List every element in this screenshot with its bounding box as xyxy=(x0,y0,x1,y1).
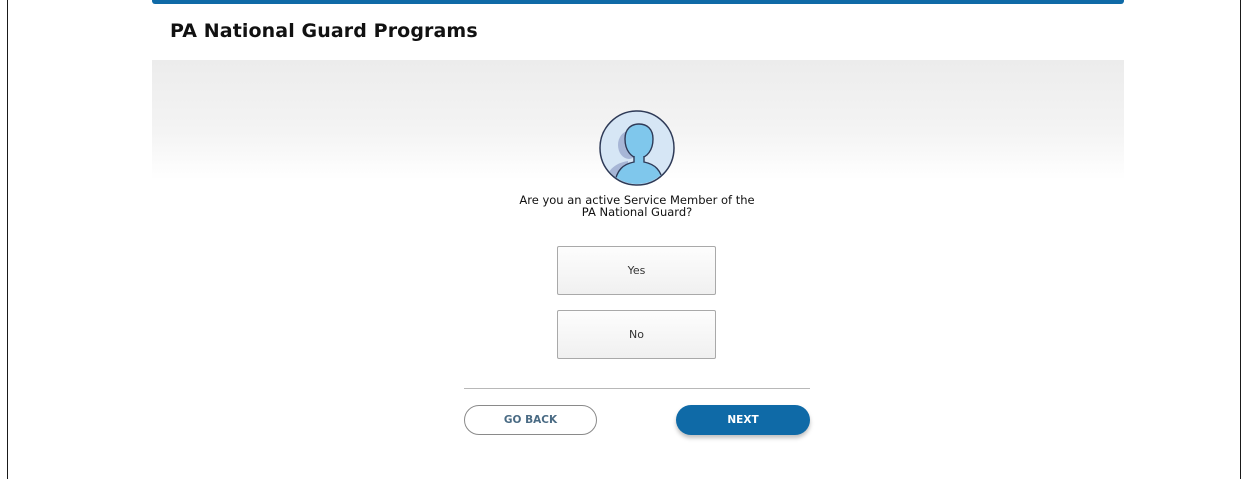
go-back-button[interactable]: GO BACK xyxy=(464,405,597,435)
question-text: Are you an active Service Member of the … xyxy=(437,194,837,218)
user-avatar-icon xyxy=(598,109,676,187)
next-button[interactable]: NEXT xyxy=(676,405,810,435)
yes-button[interactable]: Yes xyxy=(557,246,716,295)
divider xyxy=(464,388,810,389)
page-title: PA National Guard Programs xyxy=(170,20,478,42)
top-accent-bar xyxy=(152,0,1124,4)
question-line-2: PA National Guard? xyxy=(581,205,693,219)
no-button[interactable]: No xyxy=(557,310,716,359)
